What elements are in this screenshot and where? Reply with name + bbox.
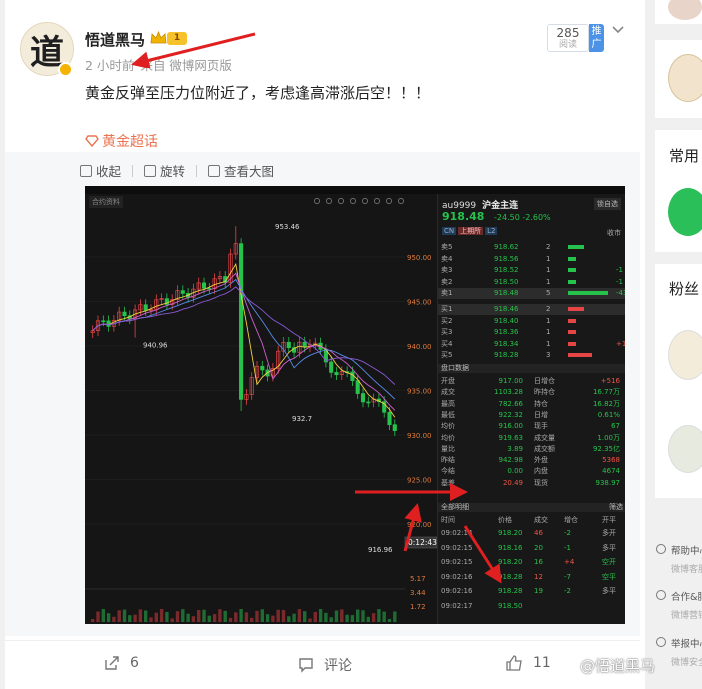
- comment-icon: [299, 658, 313, 673]
- heart-app-icon[interactable]: [668, 188, 702, 236]
- read-count: 285: [556, 26, 580, 40]
- share-icon: [105, 656, 119, 670]
- divider: [132, 164, 134, 177]
- read-count-label: 阅读: [558, 40, 577, 50]
- annotation-arrows: [355, 483, 502, 584]
- cooperate-icon: [656, 590, 666, 600]
- help-center-link[interactable]: 帮助中心: [671, 543, 702, 557]
- sidebar-fans-title: 粉丝: [669, 280, 700, 298]
- view-large-label: 查看大图: [224, 164, 275, 179]
- collapse-button[interactable]: 收起: [80, 161, 121, 180]
- diamond-icon: [85, 135, 99, 147]
- divider: [196, 164, 198, 177]
- rotate-label: 旋转: [160, 164, 186, 179]
- like-count: 11: [533, 655, 551, 671]
- collapse-label: 收起: [96, 164, 122, 179]
- post-content: 黄金反弹至压力位附近了，考虑逢高滞涨后空！！！: [85, 84, 431, 102]
- help-center-sub: 微博客服: [671, 565, 702, 575]
- comment-label: 评论: [324, 658, 352, 674]
- chevron-down-icon[interactable]: [611, 23, 625, 37]
- sidebar-avatar-2[interactable]: [668, 54, 702, 102]
- magnify-icon: [208, 164, 221, 177]
- fan-avatar-2[interactable]: [668, 425, 702, 473]
- arrow-to-ticks: [463, 525, 502, 584]
- arrow-to-price: [403, 503, 422, 552]
- cooperate-sub: 微博营销: [671, 611, 702, 621]
- cooperate-link[interactable]: 合作&服: [671, 589, 702, 603]
- image-toolbar: 收起 旋转 查看大图: [80, 161, 274, 180]
- like-button[interactable]: 11: [506, 655, 551, 671]
- topic-link[interactable]: 黄金超话: [85, 131, 158, 151]
- fan-avatar-1[interactable]: [668, 330, 702, 380]
- collapse-icon: [80, 164, 92, 177]
- topic-label: 黄金超话: [102, 134, 158, 150]
- comment-button[interactable]: 评论: [298, 655, 352, 675]
- thumbs-up-icon: [506, 655, 522, 671]
- help-icon: [656, 544, 666, 554]
- share-count: 6: [130, 655, 139, 671]
- report-center-link[interactable]: 举报中心: [671, 636, 702, 650]
- annotation-arrow-time: [131, 32, 256, 68]
- sidebar-common-title: 常用: [669, 147, 700, 165]
- read-count-box: 285 阅读: [547, 24, 589, 52]
- view-large-button[interactable]: 查看大图: [208, 161, 274, 180]
- weibo-watermark: @悟道黑马: [580, 657, 656, 675]
- verified-badge-icon: [58, 62, 73, 77]
- report-center-sub: 微博安全: [671, 658, 702, 668]
- share-button[interactable]: 6: [104, 655, 139, 671]
- rotate-button[interactable]: 旋转: [144, 161, 185, 180]
- promote-button[interactable]: 推广: [589, 24, 604, 52]
- trading-screenshot-image[interactable]: 950.00 945.00 940.00 935.00 930.00 925.00 920.…: [85, 186, 625, 624]
- report-icon: [656, 637, 666, 647]
- rotate-icon: [144, 164, 157, 177]
